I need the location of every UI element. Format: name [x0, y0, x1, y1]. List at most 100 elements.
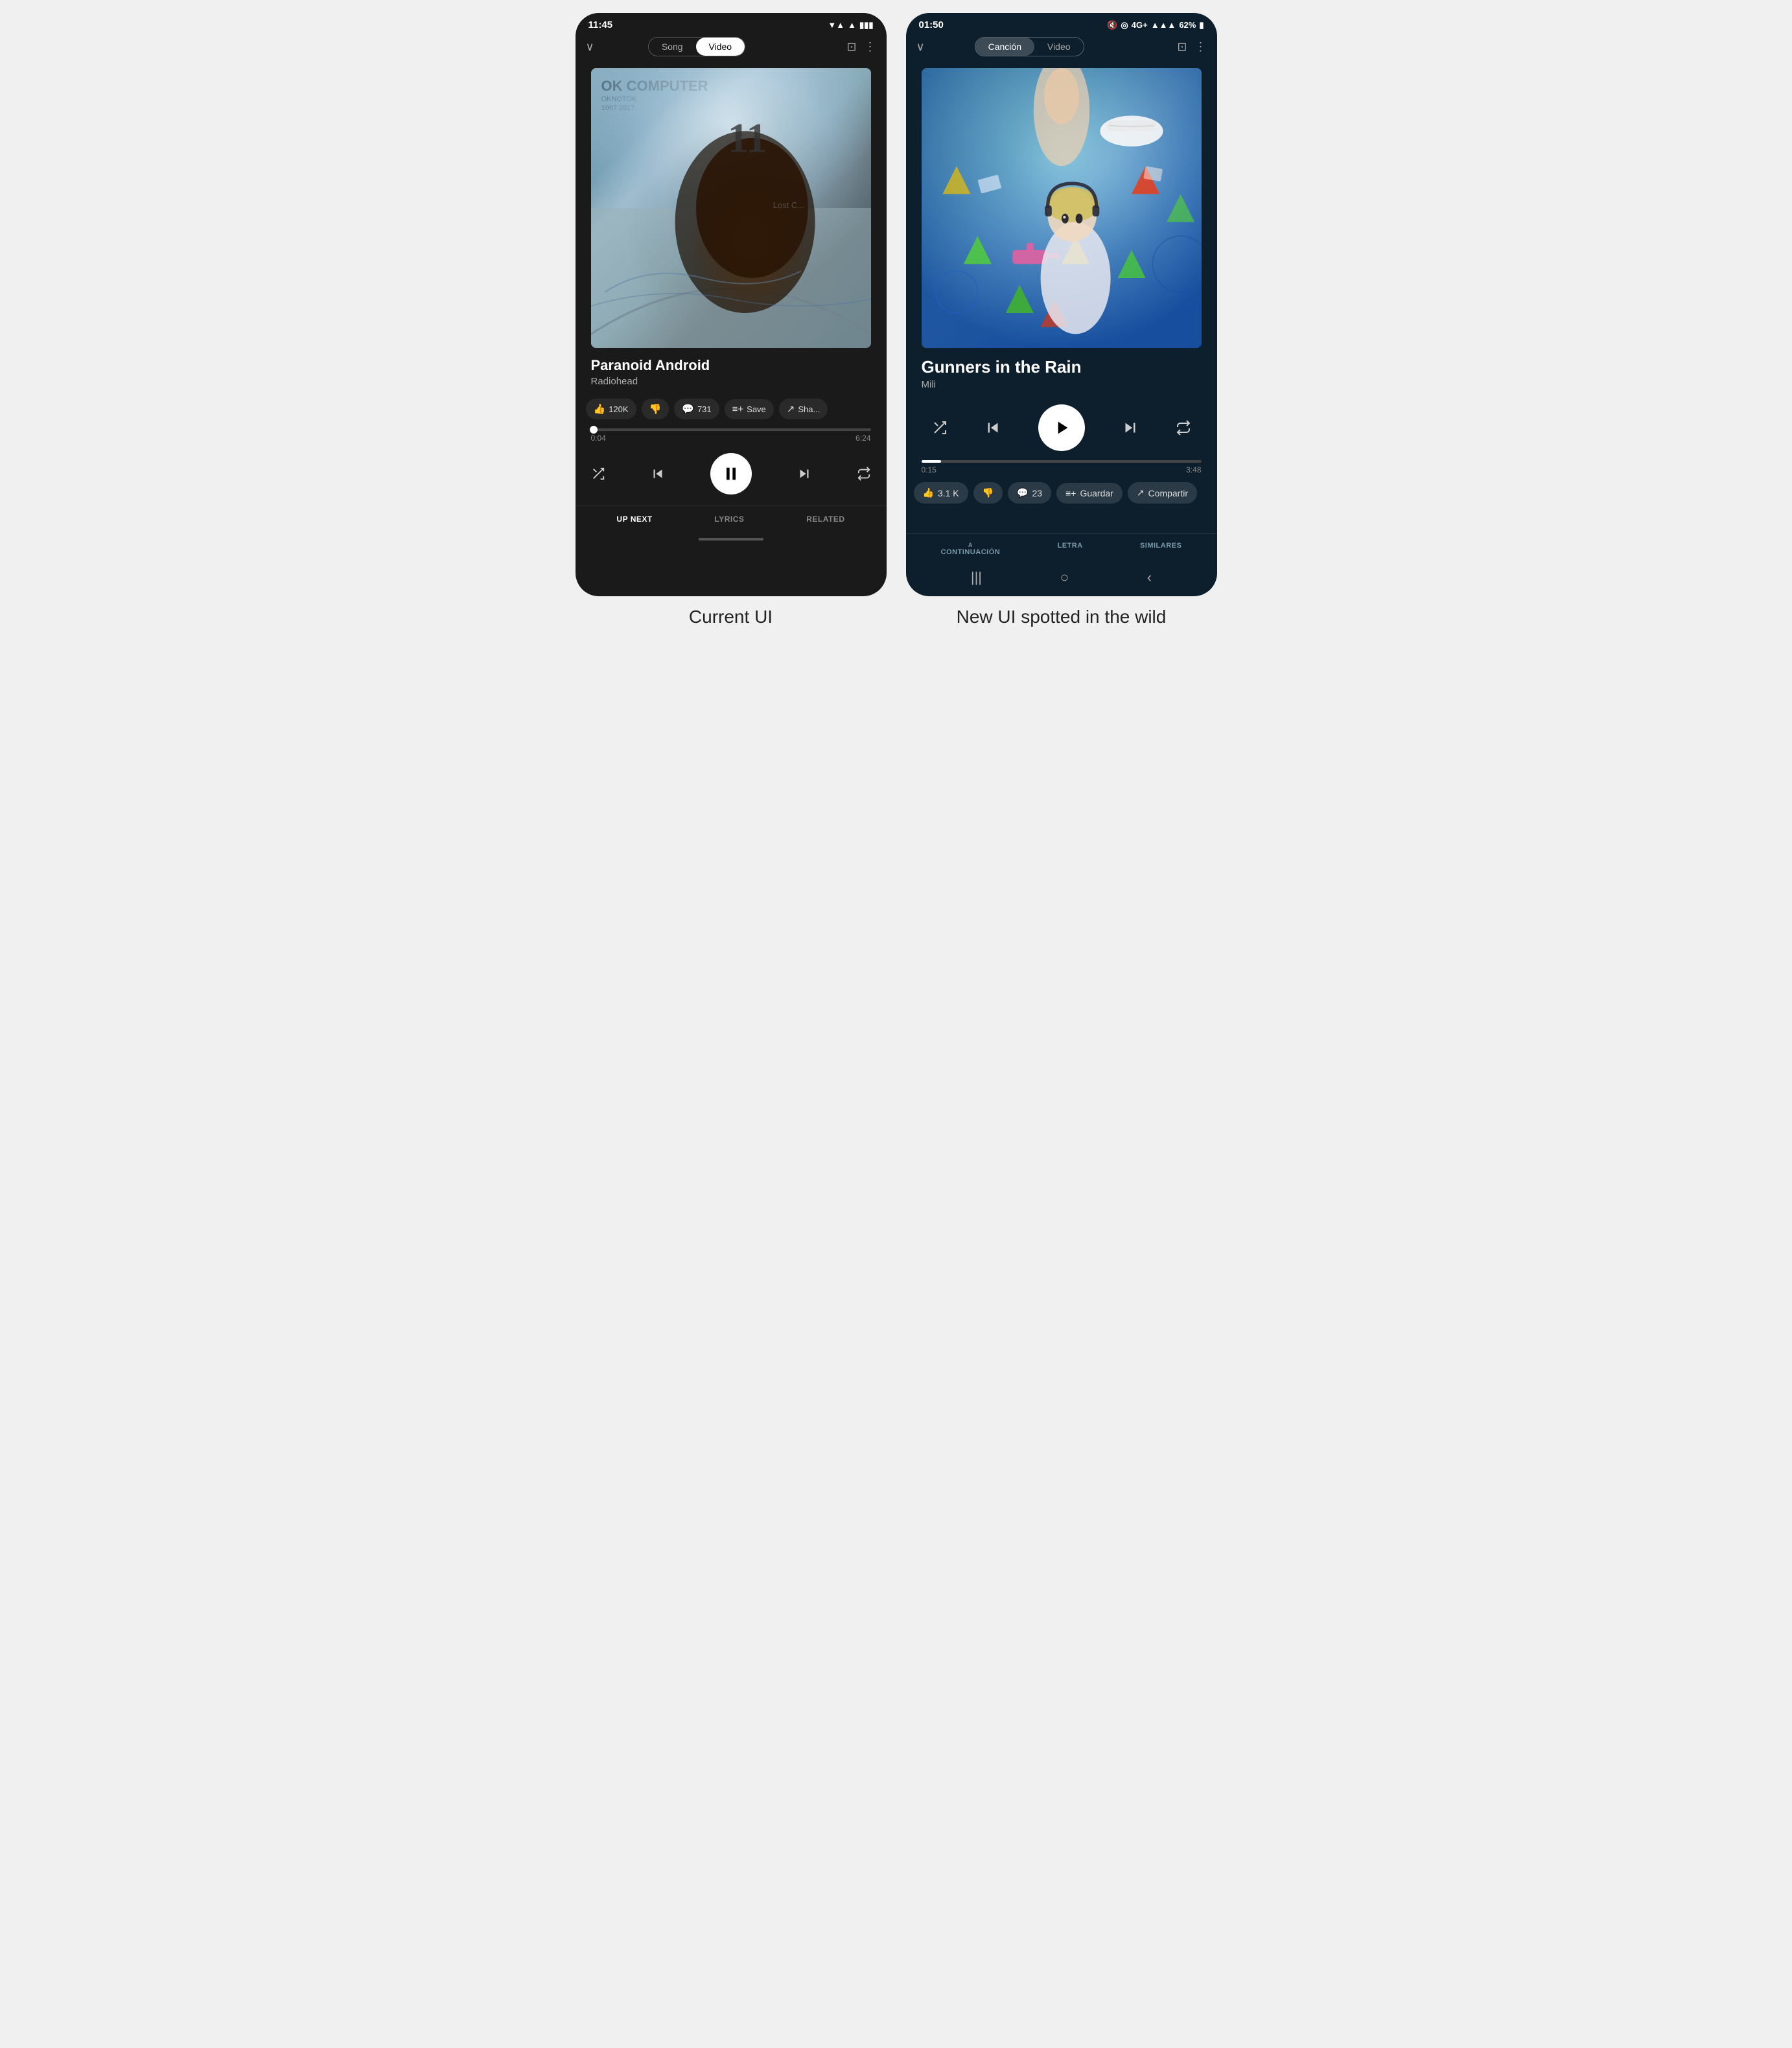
svg-text:11: 11: [727, 115, 767, 162]
progress-times-right: 0:15 3:48: [922, 465, 1202, 474]
chevron-down-left[interactable]: ∨: [586, 40, 594, 54]
signal-icon-left: ▼▲: [828, 20, 844, 30]
share-button-right[interactable]: ↗ Compartir: [1128, 482, 1197, 504]
like-icon-left: 👍: [594, 403, 606, 415]
battery-icon-right: ▮: [1199, 20, 1204, 30]
comment-button-left[interactable]: 💬 731: [674, 399, 719, 419]
comment-button-right[interactable]: 💬 23: [1008, 482, 1051, 504]
label-current-ui: Current UI: [689, 607, 773, 627]
tab-a-continuacion[interactable]: A CONTINUACIÓN: [941, 542, 1001, 556]
progress-fill-right: [922, 460, 941, 463]
play-pause-btn-left[interactable]: [710, 453, 752, 495]
like-button-right[interactable]: 👍 3.1 K: [914, 482, 968, 504]
top-nav-icons-right: ⊡ ⋮: [1177, 40, 1206, 54]
home-bar-left: [699, 538, 763, 541]
more-icon-left[interactable]: ⋮: [864, 40, 876, 54]
save-button-right[interactable]: ≡+ Guardar: [1056, 483, 1123, 504]
current-ui-wrapper: 11:45 ▼▲ ▲ ▮▮▮ ∨ Song Video ⊡ ⋮: [576, 13, 887, 627]
top-nav-right: ∨ Canción Video ⊡ ⋮: [906, 34, 1217, 62]
battery-percent-right: 62%: [1179, 20, 1196, 30]
tab-song-left[interactable]: Song: [649, 38, 696, 56]
android-menu-btn[interactable]: |||: [971, 569, 982, 586]
song-artist-right: Mili: [922, 379, 1202, 390]
progress-track-right[interactable]: [922, 460, 1202, 463]
bottom-tabs-left: UP NEXT LYRICS RELATED: [576, 505, 887, 534]
like-icon-right: 👍: [923, 487, 934, 498]
dislike-button-right[interactable]: 👎: [973, 482, 1003, 504]
song-info-left: Paranoid Android Radiohead: [576, 357, 887, 393]
comment-icon-right: 💬: [1017, 487, 1028, 498]
tab-group-right: Canción Video: [975, 37, 1084, 56]
status-icons-right: 🔇 ◎ 4G+ ▲▲▲ 62% ▮: [1107, 20, 1204, 30]
cast-icon-right[interactable]: ⊡: [1177, 40, 1187, 54]
play-btn-right[interactable]: [1038, 404, 1085, 451]
share-label-left: Sha...: [798, 404, 820, 414]
tab-related-left[interactable]: RELATED: [806, 515, 844, 524]
tab-video-right[interactable]: Video: [1034, 38, 1084, 56]
share-icon-right: ↗: [1137, 487, 1145, 498]
action-row-right: 👍 3.1 K 👎 💬 23 ≡+ Guardar ↗ Compartir: [906, 478, 1217, 510]
song-title-left: Paranoid Android: [591, 357, 871, 374]
time-right: 01:50: [919, 19, 944, 30]
tab-letra[interactable]: LETRA: [1057, 542, 1082, 556]
progress-total-left: 6:24: [855, 434, 870, 443]
like-count-left: 120K: [609, 404, 628, 414]
time-left: 11:45: [588, 19, 613, 30]
chevron-down-right[interactable]: ∨: [916, 40, 925, 54]
shuffle-btn-right[interactable]: [932, 420, 948, 436]
song-artist-left: Radiohead: [591, 376, 871, 387]
cast-icon-left[interactable]: ⊡: [846, 40, 856, 54]
like-button-left[interactable]: 👍 120K: [586, 399, 636, 419]
dislike-icon-right: 👎: [983, 487, 994, 498]
status-bar-left: 11:45 ▼▲ ▲ ▮▮▮: [576, 13, 887, 34]
progress-current-left: 0:04: [591, 434, 606, 443]
battery-icon-left: ▮▮▮: [859, 20, 873, 30]
tab-up-next-left[interactable]: UP NEXT: [616, 515, 652, 524]
progress-section-right[interactable]: 0:15 3:48: [906, 456, 1217, 478]
album-art-right: [922, 68, 1202, 348]
progress-fill-left: [591, 428, 594, 431]
share-label-right: Compartir: [1148, 488, 1188, 498]
new-ui-wrapper: 01:50 🔇 ◎ 4G+ ▲▲▲ 62% ▮ ∨ Canción Video: [906, 13, 1217, 627]
album-svg: 11 Lost C...: [591, 68, 871, 348]
shuffle-btn-left[interactable]: [591, 467, 605, 481]
more-icon-right[interactable]: ⋮: [1194, 40, 1206, 54]
android-back-btn[interactable]: ‹: [1147, 569, 1152, 586]
save-label-left: Save: [747, 404, 766, 414]
tab-song-right[interactable]: Canción: [975, 38, 1034, 56]
next-btn-right[interactable]: [1121, 418, 1140, 437]
save-label-right: Guardar: [1080, 488, 1113, 498]
tab-similares[interactable]: SIMILARES: [1140, 542, 1181, 556]
repeat-btn-right[interactable]: [1176, 420, 1191, 436]
next-btn-left[interactable]: [796, 465, 813, 482]
dislike-button-left[interactable]: 👎: [642, 399, 669, 419]
progress-total-right: 3:48: [1186, 465, 1201, 474]
svg-text:Lost C...: Lost C...: [773, 200, 804, 210]
prev-btn-right[interactable]: [983, 418, 1003, 437]
progress-track-left[interactable]: [591, 428, 871, 431]
progress-section-left[interactable]: 0:04 6:24: [576, 425, 887, 447]
tab-lyrics-left[interactable]: LYRICS: [715, 515, 745, 524]
comment-count-left: 731: [697, 404, 712, 414]
save-button-left[interactable]: ≡+ Save: [725, 399, 774, 419]
network-icon-right: 4G+: [1132, 20, 1148, 30]
android-home-btn[interactable]: ○: [1060, 569, 1069, 586]
prev-btn-left[interactable]: [649, 465, 666, 482]
repeat-btn-left[interactable]: [857, 467, 871, 481]
right-phone: 01:50 🔇 ◎ 4G+ ▲▲▲ 62% ▮ ∨ Canción Video: [906, 13, 1217, 596]
song-title-right: Gunners in the Rain: [922, 357, 1202, 377]
mute-icon-right: 🔇: [1107, 20, 1117, 30]
top-nav-left: ∨ Song Video ⊡ ⋮: [576, 34, 887, 62]
comment-count-right: 23: [1032, 488, 1043, 498]
action-row-left: 👍 120K 👎 💬 731 ≡+ Save ↗ Sha...: [576, 393, 887, 425]
controls-row-right: [906, 397, 1217, 456]
home-indicator-left: [576, 534, 887, 548]
song-info-right: Gunners in the Rain Mili: [906, 357, 1217, 397]
tab-video-left[interactable]: Video: [696, 38, 745, 56]
gps-icon-right: ◎: [1121, 20, 1128, 30]
signal-icon-right: ▲▲▲: [1151, 20, 1176, 30]
album-art-container-right: [906, 62, 1217, 357]
bottom-tabs-right: A CONTINUACIÓN LETRA SIMILARES: [906, 533, 1217, 561]
status-icons-left: ▼▲ ▲ ▮▮▮: [828, 20, 873, 30]
share-button-left[interactable]: ↗ Sha...: [779, 399, 828, 419]
